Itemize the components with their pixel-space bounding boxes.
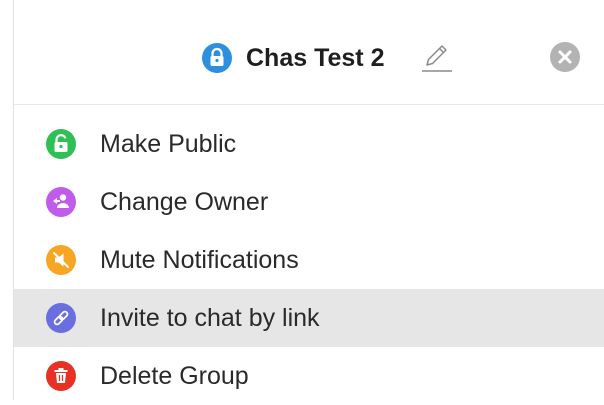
menu-item-change-owner[interactable]: Change Owner <box>14 173 604 231</box>
unlock-icon <box>46 129 76 159</box>
user-swap-icon <box>46 187 76 217</box>
menu-item-make-public[interactable]: Make Public <box>14 115 604 173</box>
menu-item-label: Change Owner <box>100 187 269 216</box>
chat-options-menu: Make Public Change Owner Mute Notificati… <box>14 115 604 405</box>
mute-icon <box>46 245 76 275</box>
chat-header: Chas Test 2 <box>14 0 604 105</box>
menu-item-label: Invite to chat by link <box>100 303 320 332</box>
close-button[interactable] <box>550 42 580 72</box>
link-icon <box>46 303 76 333</box>
menu-item-label: Mute Notifications <box>100 245 299 274</box>
trash-icon <box>46 361 76 391</box>
edit-title-button[interactable] <box>418 38 454 74</box>
menu-item-label: Delete Group <box>100 361 249 390</box>
menu-item-invite-link[interactable]: Invite to chat by link <box>14 289 604 347</box>
menu-item-label: Make Public <box>100 129 237 158</box>
lock-icon <box>202 43 232 73</box>
chat-title-group: Chas Test 2 <box>202 38 384 78</box>
chat-title: Chas Test 2 <box>246 43 385 72</box>
close-icon <box>550 42 580 72</box>
chat-options-panel: Chas Test 2 Make Public Change Owner Mut… <box>0 0 604 400</box>
pencil-icon <box>418 38 454 74</box>
menu-item-delete-group[interactable]: Delete Group <box>14 347 604 405</box>
menu-item-mute-notifications[interactable]: Mute Notifications <box>14 231 604 289</box>
